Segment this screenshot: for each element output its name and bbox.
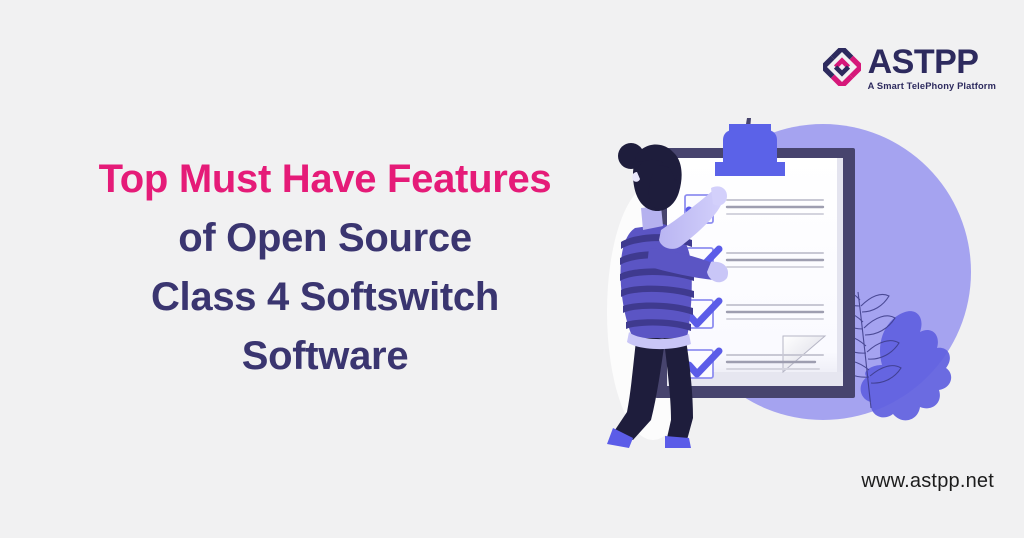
logo-wordmark: ASTPP bbox=[867, 43, 979, 81]
hero-illustration bbox=[575, 100, 1005, 450]
logo-tagline: A Smart TelePhony Platform bbox=[867, 81, 996, 92]
clipboard-clip bbox=[715, 118, 785, 176]
banner-canvas: Top Must Have Features of Open Source Cl… bbox=[0, 0, 1024, 538]
astpp-diamond-logo-icon bbox=[819, 44, 865, 90]
headline-line-4: Software bbox=[241, 334, 409, 378]
website-url[interactable]: www.astpp.net bbox=[861, 470, 994, 493]
logo-text-block: ASTPP A Smart TelePhony Platform bbox=[867, 43, 996, 92]
headline-line-3: Class 4 Softswitch bbox=[150, 275, 500, 319]
headline-line-1: Top Must Have Features bbox=[98, 157, 552, 201]
astpp-logo[interactable]: ASTPP A Smart TelePhony Platform bbox=[819, 43, 996, 92]
headline-line-2: of Open Source bbox=[178, 216, 472, 260]
page-title: Top Must Have Features of Open Source Cl… bbox=[40, 150, 610, 386]
